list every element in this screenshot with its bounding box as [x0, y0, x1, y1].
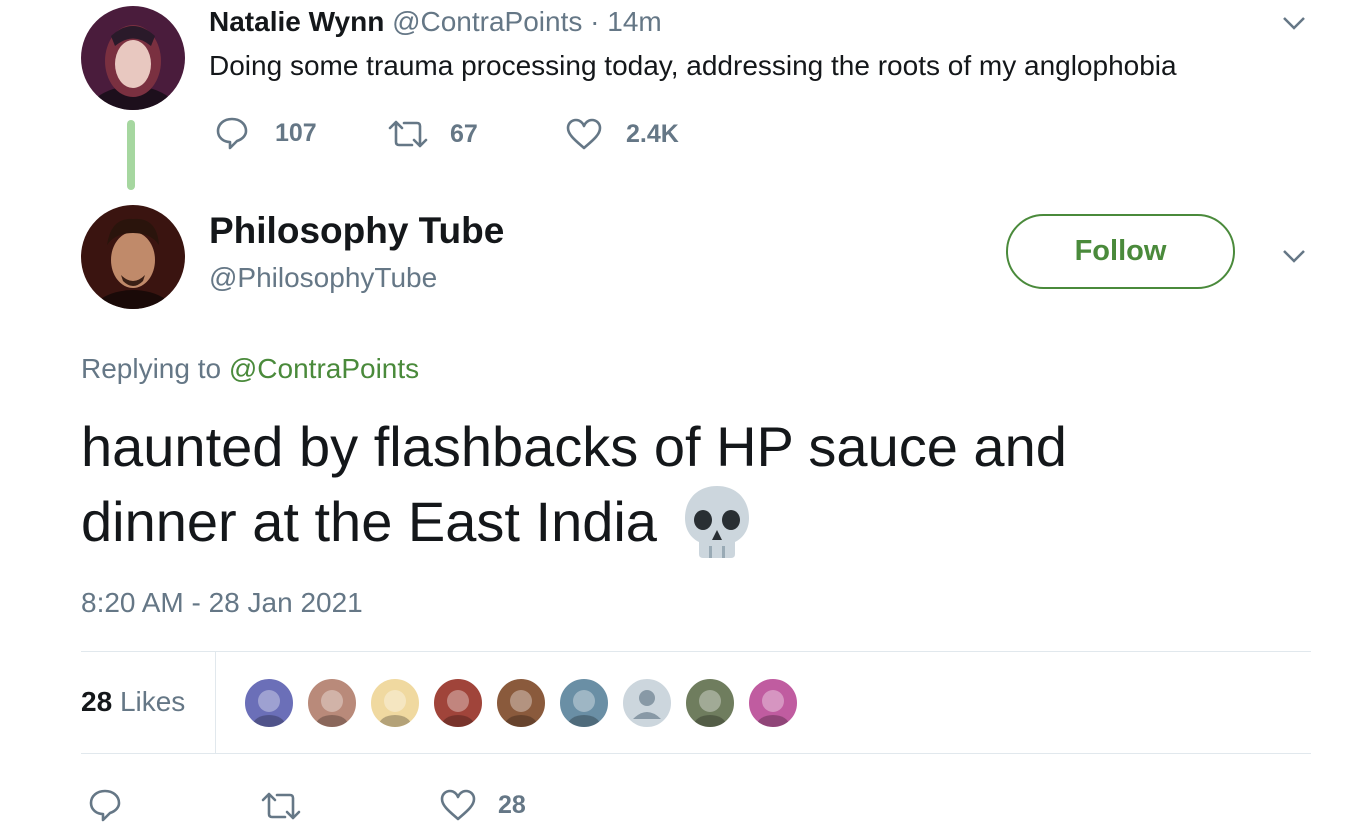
divider — [81, 753, 1311, 754]
default-avatar[interactable] — [621, 677, 673, 729]
parent-tweet-text: Doing some trauma processing today, addr… — [209, 50, 1177, 81]
likes-stat[interactable]: 28 Likes — [81, 686, 185, 718]
retweet-button[interactable]: 67 — [386, 118, 478, 150]
retweet-icon — [388, 120, 428, 148]
tweet-text-line-1: haunted by flashbacks of HP sauce and — [81, 415, 1067, 478]
parent-tweet-header: Natalie Wynn @ContraPoints · 14m — [209, 6, 662, 38]
like-count: 28 — [498, 790, 526, 819]
heart-icon — [440, 789, 476, 821]
author-name[interactable]: Philosophy Tube — [209, 210, 504, 252]
chevron-down-icon — [1283, 17, 1305, 30]
reply-button[interactable] — [88, 788, 122, 822]
parent-author-avatar[interactable] — [81, 6, 185, 110]
author-handle[interactable]: @PhilosophyTube — [209, 262, 437, 294]
reply-count: 107 — [275, 118, 317, 147]
thread-line — [127, 120, 135, 190]
reply-button[interactable]: 107 — [215, 116, 317, 150]
tweet-text: haunted by flashbacks of HP sauce and di… — [81, 410, 1067, 560]
face-avatar[interactable] — [495, 677, 547, 729]
tweet-timestamp[interactable]: 8:20 AM - 28 Jan 2021 — [81, 587, 363, 619]
likes-count: 28 — [81, 686, 113, 717]
retweet-icon — [261, 792, 301, 820]
parent-tweet-menu[interactable] — [1282, 16, 1306, 35]
parent-author-name[interactable]: Natalie Wynn — [209, 6, 384, 37]
group-avatar[interactable] — [558, 677, 610, 729]
dot-separator: · — [590, 6, 600, 37]
like-count: 2.4K — [626, 119, 679, 148]
heart-icon — [566, 118, 602, 150]
redhead-avatar[interactable] — [432, 677, 484, 729]
vertical-divider — [215, 652, 216, 754]
follow-button[interactable]: Follow — [1006, 214, 1235, 289]
cartoon-avatar[interactable] — [369, 677, 421, 729]
replying-to: Replying to @ContraPoints — [81, 353, 419, 385]
reply-icon — [89, 789, 121, 822]
retweet-count: 67 — [450, 119, 478, 148]
retweet-button[interactable] — [259, 790, 303, 822]
teletubby-avatar[interactable] — [243, 677, 295, 729]
tweet-menu[interactable] — [1282, 249, 1306, 268]
liker-avatars — [243, 677, 810, 729]
tweet-text-line-2: dinner at the East India — [81, 490, 657, 553]
chevron-down-icon — [1283, 250, 1305, 263]
follow-label: Follow — [1074, 235, 1167, 267]
like-button[interactable]: 2.4K — [566, 118, 679, 150]
skull-emoji-icon — [684, 486, 749, 558]
pink-creature-avatar[interactable] — [747, 677, 799, 729]
face-avatar[interactable] — [306, 677, 358, 729]
parent-tweet-time[interactable]: 14m — [607, 6, 661, 37]
like-button[interactable]: 28 — [440, 789, 526, 821]
reply-icon — [216, 117, 248, 150]
author-avatar[interactable] — [81, 205, 185, 309]
replying-to-label: Replying to — [81, 353, 222, 384]
likes-label: Likes — [119, 686, 186, 717]
divider — [81, 651, 1311, 652]
goose-meme-avatar[interactable] — [684, 677, 736, 729]
parent-author-handle[interactable]: @ContraPoints — [392, 6, 582, 37]
replying-to-handle[interactable]: @ContraPoints — [229, 353, 419, 384]
